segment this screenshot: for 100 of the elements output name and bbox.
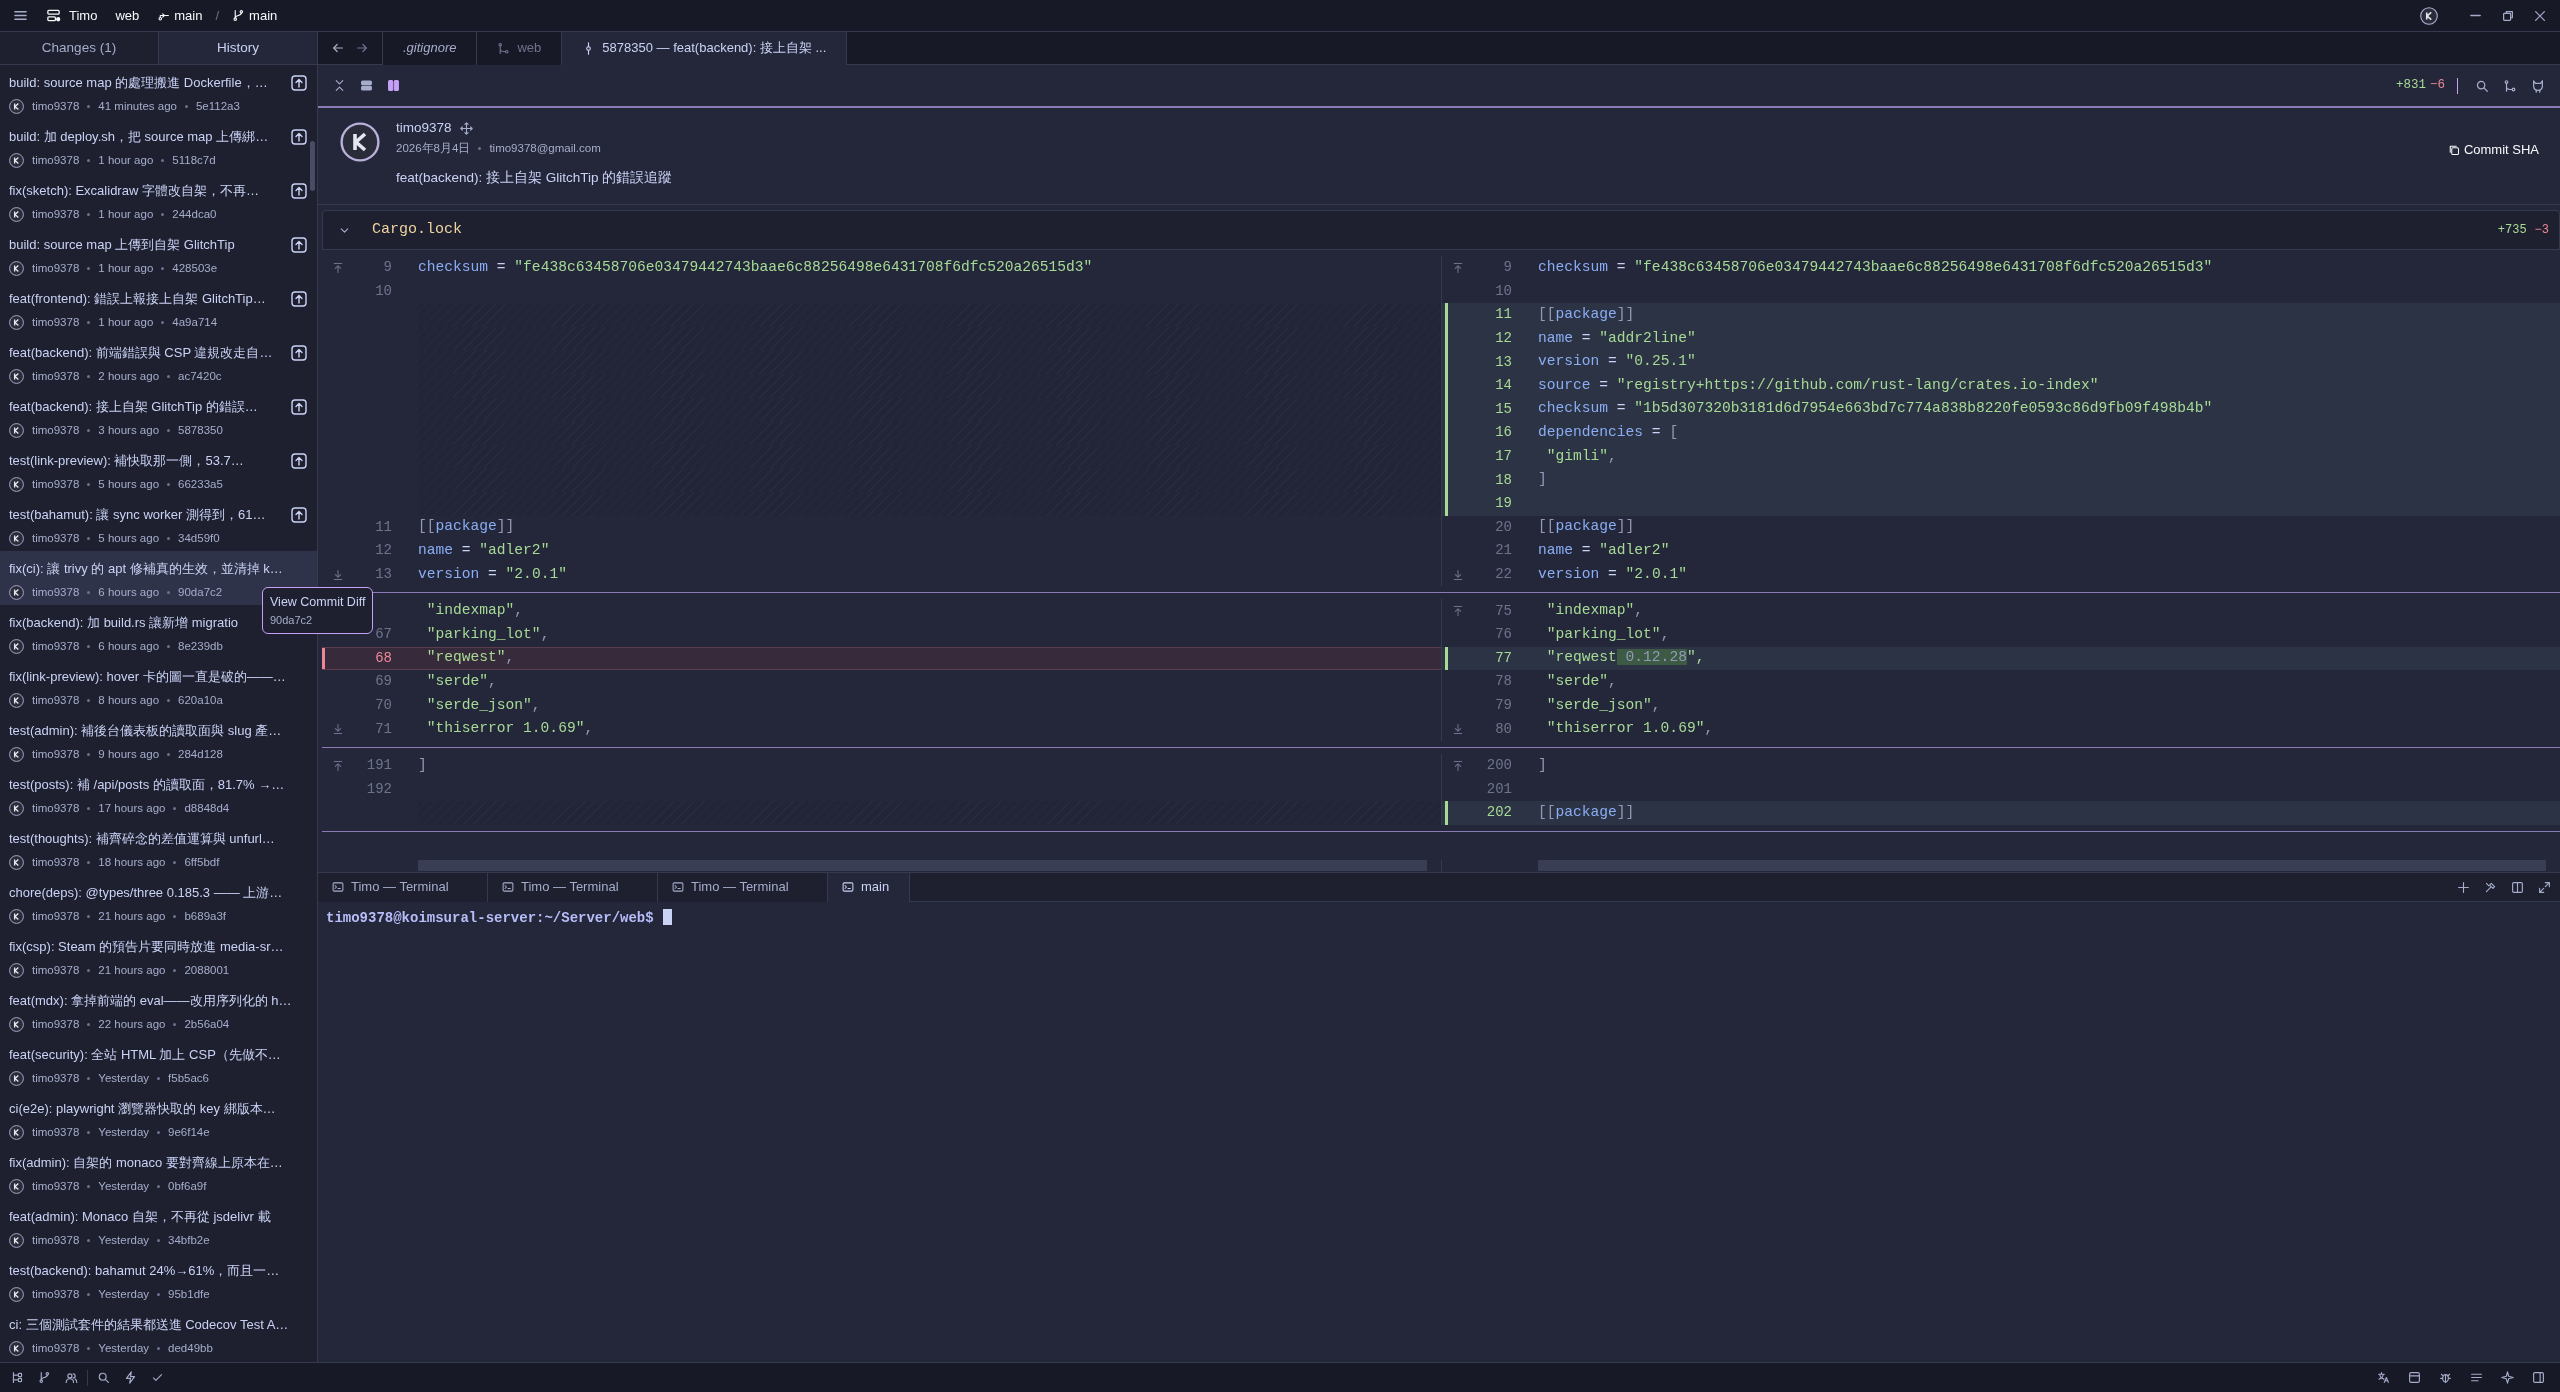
commit-sha: 6ff5bdf bbox=[184, 854, 220, 870]
code-line: "gimli", bbox=[1545, 446, 1617, 466]
commit-title: fix(link-preview): hover 卡的圖一直是破的——… bbox=[9, 668, 286, 686]
deletions-count: −3 bbox=[2534, 222, 2549, 239]
line-number: 11 bbox=[1494, 305, 1512, 325]
commit-title: test(link-preview): 補快取那一側，53.7… bbox=[9, 452, 244, 470]
commit-author: timo9378 bbox=[32, 1070, 80, 1086]
deletions-count: −6 bbox=[2430, 77, 2445, 95]
line-number: 14 bbox=[1494, 376, 1512, 396]
line-number: 17 bbox=[1494, 447, 1512, 467]
commit-time: 21 hours ago bbox=[98, 962, 166, 978]
commit-title: build: 加 deploy.sh，把 source map 上傳綁… bbox=[9, 128, 269, 146]
commit-sha: 5e112a3 bbox=[195, 98, 240, 114]
commit-sha: 8e239db bbox=[178, 638, 223, 654]
commit-sha: 620a10a bbox=[178, 692, 223, 708]
commit-author: timo9378 bbox=[32, 746, 80, 762]
commit-sha: 90da7c2 bbox=[178, 584, 223, 600]
code-line: version = "0.25.1" bbox=[1538, 352, 1696, 372]
line-number: 68 bbox=[374, 648, 392, 668]
line-number: 75 bbox=[1494, 601, 1512, 621]
commit-time: 1 hour ago bbox=[98, 260, 154, 276]
commit-title: fix(ci): 讓 trivy 的 apt 修補真的生效，並清掉 k… bbox=[9, 560, 283, 578]
commit-message: feat(backend): 接上自架 GlitchTip 的錯誤追蹤 bbox=[396, 168, 674, 187]
commit-date: 2026年8月4日 bbox=[396, 141, 471, 157]
commit-sha: 4a9a714 bbox=[172, 314, 218, 330]
code-line: name = "adler2" bbox=[1538, 540, 1670, 560]
tooltip-sha: 90da7c2 bbox=[270, 612, 314, 628]
line-number: 76 bbox=[1494, 625, 1512, 645]
commit-sha: 9e6f14e bbox=[168, 1124, 210, 1140]
line-number: 79 bbox=[1494, 696, 1512, 715]
commit-author: timo9378 bbox=[32, 1340, 80, 1356]
line-number: 78 bbox=[1494, 672, 1512, 692]
commit-author: timo9378 bbox=[32, 314, 80, 330]
commit-sha: 2b56a04 bbox=[184, 1016, 230, 1032]
line-number: 191 bbox=[365, 756, 392, 776]
commit-author: timo9378 bbox=[32, 692, 80, 708]
commit-author: timo9378 bbox=[32, 1178, 80, 1194]
commit-title: test(admin): 補後台儀表板的讀取面與 slug 產… bbox=[9, 722, 282, 740]
commit-title: fix(admin): 自架的 monaco 要對齊線上原本在… bbox=[9, 1154, 283, 1172]
code-line: [[package]] bbox=[1538, 517, 1635, 537]
commit-title: build: source map 的處理搬進 Dockerfile，… bbox=[9, 74, 268, 92]
additions-count: +735 bbox=[2497, 222, 2527, 239]
commit-title: feat(admin): Monaco 自架，不再從 jsdelivr 載 bbox=[9, 1208, 271, 1226]
line-number: 12 bbox=[374, 541, 392, 561]
code-line: "indexmap", bbox=[1545, 601, 1644, 621]
line-number: 10 bbox=[374, 281, 392, 301]
commit-author: timo9378 bbox=[32, 800, 80, 816]
line-number: 9 bbox=[1502, 258, 1512, 278]
code-line: "parking_lot", bbox=[1545, 624, 1670, 644]
code-line: dependencies = [ bbox=[1538, 423, 1679, 442]
commit-sha: d8848d4 bbox=[184, 800, 230, 816]
commit-author: timo9378 bbox=[32, 422, 80, 438]
commit-time: 8 hours ago bbox=[98, 692, 160, 708]
commit-author: timo9378 bbox=[32, 638, 80, 654]
line-number: 15 bbox=[1494, 399, 1512, 419]
path-separator: / bbox=[215, 6, 220, 25]
line-number: 201 bbox=[1485, 779, 1512, 799]
line-number: 12 bbox=[1494, 329, 1512, 349]
commit-title: test(thoughts): 補齊碎念的差值運算與 unfurl… bbox=[9, 830, 275, 848]
commit-sha: 284d128 bbox=[178, 746, 223, 762]
commit-author: timo9378 bbox=[32, 152, 80, 168]
line-number: 13 bbox=[1494, 352, 1512, 372]
commit-time: Yesterday bbox=[98, 1178, 150, 1194]
commit-time: 22 hours ago bbox=[98, 1016, 166, 1032]
code-line: version = "2.0.1" bbox=[418, 564, 567, 584]
commit-title: ci(e2e): playwright 瀏覽器快取的 key 綁版本… bbox=[9, 1100, 276, 1118]
code-line: "serde_json", bbox=[1545, 695, 1661, 715]
commit-time: 3 hours ago bbox=[98, 422, 160, 438]
commit-author: timo9378 bbox=[32, 1124, 80, 1140]
commit-author: timo9378 bbox=[32, 1232, 80, 1248]
commit-author: timo9378 bbox=[32, 584, 80, 600]
code-line: "serde", bbox=[425, 671, 497, 691]
commit-title: fix(sketch): Excalidraw 字體改自架，不再… bbox=[9, 182, 259, 200]
commit-title: build: source map 上傳到自架 GlitchTip bbox=[9, 236, 235, 254]
code-line: checksum = "fe438c63458706e03479442743baae6c88256498e6431708f6dfc520a26515d3" bbox=[418, 257, 1093, 277]
commit-title: test(bahamut): 讓 sync worker 測得到，61… bbox=[9, 506, 266, 524]
code-line: ] bbox=[1538, 470, 1547, 490]
commit-title: chore(deps): @types/three 0.185.3 —— 上游… bbox=[9, 884, 283, 902]
commit-sha: 428503e bbox=[172, 260, 218, 276]
commit-author: timo9378 bbox=[32, 260, 80, 276]
line-number: 13 bbox=[374, 565, 392, 584]
code-line: checksum = "1b5d307320b3181d6d7954e663bd7c774a838b8220fe0593c86d9fb09f498b4b" bbox=[1538, 399, 2213, 419]
commit-time: 17 hours ago bbox=[98, 800, 166, 816]
commit-title: feat(backend): 前端錯誤與 CSP 違規改走自… bbox=[9, 344, 273, 362]
terminal-prompt: timo9378@koimsural-server:~/Server/web$ bbox=[326, 910, 654, 926]
commit-time: 1 hour ago bbox=[98, 206, 154, 222]
commit-sha: b689a3f bbox=[184, 908, 227, 924]
commit-title: ci: 三個測試套件的結果都送進 Codecov Test A… bbox=[9, 1316, 289, 1334]
commit-time: 5 hours ago bbox=[98, 530, 160, 546]
code-line: "parking_lot", bbox=[425, 624, 550, 644]
commit-sha: 34bfb2e bbox=[168, 1232, 210, 1248]
commit-time: 6 hours ago bbox=[98, 584, 160, 600]
line-number: 200 bbox=[1485, 756, 1512, 776]
commit-author: timo9378 bbox=[32, 1016, 80, 1032]
file-name: Cargo.lock bbox=[372, 219, 462, 240]
code-line: checksum = "fe438c63458706e03479442743baae6c88256498e6431708f6dfc520a26515d3" bbox=[1538, 257, 2213, 277]
commit-author: timo9378 bbox=[32, 908, 80, 924]
line-number: 21 bbox=[1494, 541, 1512, 561]
line-number: 19 bbox=[1494, 494, 1512, 514]
commit-time: 5 hours ago bbox=[98, 476, 160, 492]
